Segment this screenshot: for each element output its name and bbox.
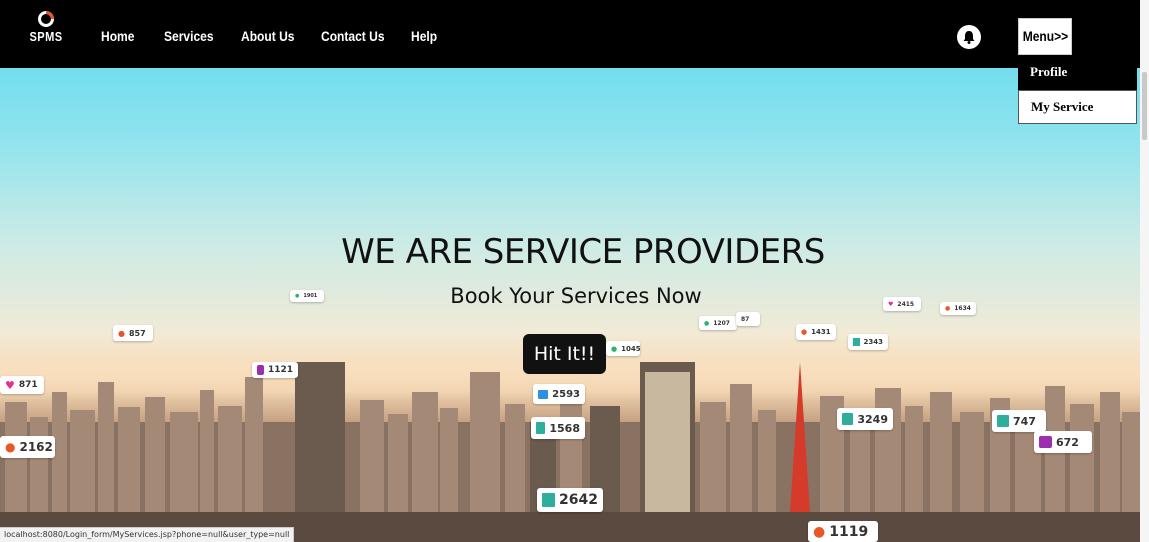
hero-headline: WE ARE SERVICE PROVIDERS [341, 232, 825, 272]
notification-badge: 2593 [533, 384, 585, 404]
chat-icon: ● [611, 344, 618, 353]
nav-help-link[interactable]: Help [411, 28, 437, 44]
notification-badge: ♥ 871 [0, 376, 44, 394]
location-pin-icon: ● [5, 440, 16, 454]
logo[interactable]: SPMS [26, 10, 66, 60]
nav-home-link[interactable]: Home [101, 28, 134, 44]
chat-icon: ● [704, 319, 710, 327]
notification-badge: ● 2162 [0, 436, 55, 458]
notification-badge: ● 1207 [699, 316, 737, 330]
hero-section: ♥ 871 ● 2162 ● 857 1121 2593 1568 2642 ● 104… [0, 0, 1140, 542]
notification-badge: ● 1119 [808, 521, 878, 542]
notification-badge: 672 [1034, 431, 1092, 453]
thumbs-up-icon [536, 422, 546, 434]
hit-it-button[interactable]: Hit It!! [523, 334, 606, 374]
camera-icon [1039, 436, 1052, 448]
thumbs-up-icon [542, 493, 556, 507]
scrollbar-thumb[interactable] [1142, 72, 1147, 140]
thumbs-up-icon [853, 338, 860, 346]
logo-text: SPMS [29, 29, 63, 44]
logo-ring-icon [38, 11, 54, 27]
mail-icon [538, 389, 549, 399]
notification-badge: 747 [992, 410, 1046, 432]
thumbs-up-icon [842, 413, 854, 425]
dropdown-item-profile[interactable]: Profile [1018, 58, 1137, 90]
notification-badge: 3249 [837, 408, 893, 430]
location-pin-icon: ● [118, 328, 125, 338]
notification-bell-button[interactable] [957, 25, 981, 49]
location-pin-icon: ● [813, 523, 826, 540]
status-bar-url: localhost:8080/Login_form/MyServices.jsp… [0, 527, 295, 542]
notification-badge: 87 [736, 312, 760, 326]
notification-badge: 2642 [537, 488, 603, 512]
nav-about-us-link[interactable]: About Us [241, 28, 295, 44]
menu-button[interactable]: Menu>> [1018, 18, 1072, 55]
bell-icon [963, 31, 975, 44]
menu-dropdown: Profile My Service [1018, 58, 1137, 124]
notification-badge: ● 1431 [796, 324, 836, 340]
notification-badge: 1568 [531, 417, 585, 439]
dropdown-item-my-service[interactable]: My Service [1018, 90, 1137, 124]
top-navbar: SPMS Home Services About Us Contact Us H… [0, 0, 1140, 68]
nav-services-link[interactable]: Services [164, 28, 214, 44]
camera-icon [257, 365, 264, 375]
notification-badge: 1121 [252, 362, 298, 378]
heart-icon: ♥ [5, 378, 15, 392]
hero-subheadline: Book Your Services Now [450, 284, 702, 308]
location-pin-icon: ● [801, 328, 808, 336]
thumbs-up-icon [997, 415, 1009, 427]
notification-badge: ● 857 [113, 325, 153, 341]
notification-badge: 2343 [848, 334, 888, 350]
nav-contact-us-link[interactable]: Contact Us [321, 28, 385, 44]
notification-badge: ● 1045 [606, 341, 641, 356]
